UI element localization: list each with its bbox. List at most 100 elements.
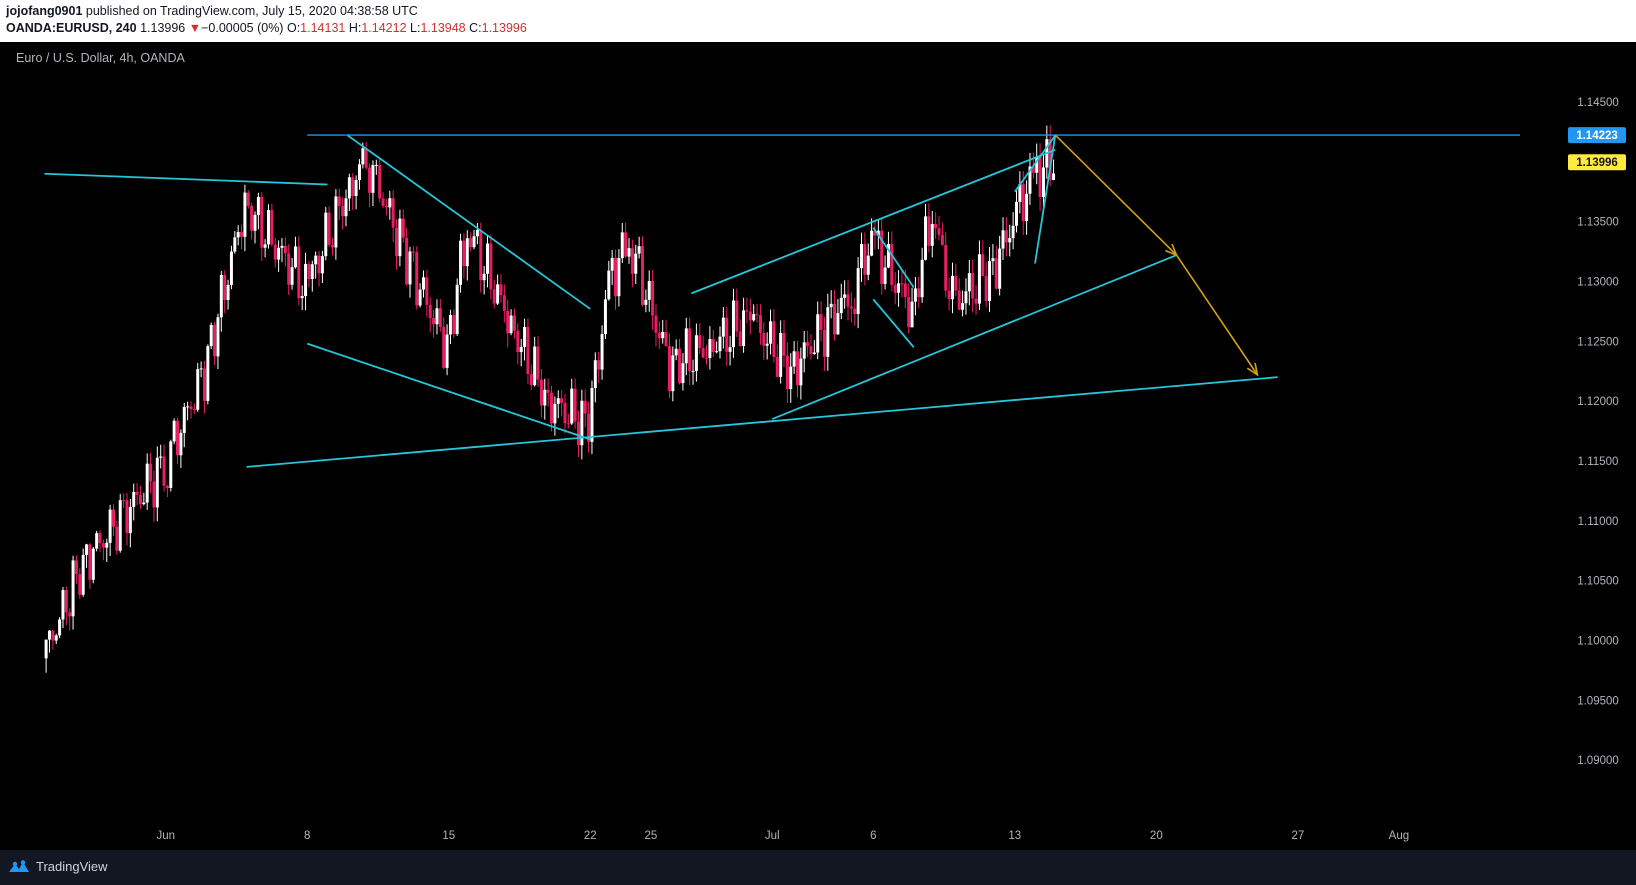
symbol-info: OANDA:EURUSD, 240 1.13996 ▼−0.00005 (0%)… [6,21,527,35]
candle-body [991,258,995,262]
time-tick-label: 6 [870,830,876,842]
candle-body [748,311,752,321]
candle-body [418,289,422,306]
candle-body [640,246,644,305]
candle-body [280,245,284,248]
price-chart[interactable]: 1.145001.140001.135001.130001.125001.120… [0,42,1636,850]
close-label: C: [469,21,482,35]
candle-body [223,275,227,300]
candle-body [870,230,874,256]
drawings-layer [44,134,1520,468]
candle-body [479,229,483,281]
candle-body [1021,184,1025,221]
price-axis: 1.145001.140001.135001.130001.125001.120… [1568,97,1626,767]
candle-body [627,248,631,257]
candle-body [573,388,577,422]
candle-body [74,560,78,574]
candle-body [728,347,732,352]
candle-body [533,346,537,386]
candle-body [334,196,338,248]
candle-body [199,368,203,370]
candle-body [395,227,399,257]
candle-body [95,533,99,549]
candle-body [206,346,210,401]
candle-body [603,299,607,335]
resistance-price-label: 1.14223 [1576,130,1618,142]
price-tick-label: 1.10500 [1577,576,1619,588]
candle-body [944,245,948,291]
price-tick-label: 1.11000 [1578,516,1619,528]
open-value: 1.14131 [300,21,346,35]
candle-body [883,267,887,284]
candle-body [708,339,712,358]
time-axis: Jun 8 15 22 25 Jul 6 13 20 27 Aug [156,830,1409,842]
candle-body [913,288,917,302]
candle-body [546,389,550,393]
candle-body [169,441,173,488]
author-name[interactable]: jojofang0901 [6,4,82,18]
candle-body [236,232,240,238]
candle-body [526,327,530,375]
time-tick-label: 20 [1150,830,1163,842]
high-value: 1.14212 [361,21,407,35]
candle-body [779,332,783,377]
candle-body [320,256,324,274]
candle-body [1025,193,1029,221]
candle-body [536,346,540,380]
candle-body [189,406,193,410]
candle-body [519,346,523,353]
candle-body [856,268,860,314]
price-tick-label: 1.12000 [1577,396,1619,408]
candle-body [924,216,928,260]
candle-body [543,389,547,406]
price-tick-label: 1.12500 [1577,336,1619,348]
candle-body [428,304,432,319]
candle-body [378,164,382,199]
price-tick-label: 1.09500 [1577,695,1619,707]
candle-body [475,229,479,237]
candle-body [765,343,769,346]
candle-body [384,205,388,208]
candle-body [1052,173,1056,181]
candle-body [1014,201,1018,226]
candle-body [388,198,392,208]
candle-body [138,494,142,505]
candle-body [364,148,368,168]
candle-body [226,284,230,300]
candle-body [684,328,688,364]
flag-top [872,227,915,288]
candle-body [327,212,331,245]
candle-body [250,205,254,231]
forecast-segment [1175,254,1259,376]
candle-body [593,360,597,389]
chart-area[interactable]: 1.145001.140001.135001.130001.125001.120… [0,42,1636,850]
candle-body [957,290,961,310]
candle-body [341,205,345,217]
candle-body [560,398,564,403]
candle-body [266,210,270,245]
candle-body [890,244,894,285]
candle-body [71,560,75,617]
candle-body [694,335,698,371]
candle-body [772,321,776,358]
time-tick-label: 22 [584,830,597,842]
candle-body [465,238,469,267]
candle-body [934,223,938,229]
candle-body [263,244,267,248]
candle-body [614,257,618,297]
candle-body [81,554,85,595]
candle-body [998,248,1002,289]
tradingview-brand[interactable]: TradingView [8,859,108,874]
candle-body [496,284,500,304]
candle-body [512,315,516,331]
candle-body [961,303,965,310]
candle-body [85,544,89,555]
candle-body [445,334,449,368]
candle-body [122,500,126,502]
candle-body [984,276,988,302]
candle-body [438,308,442,327]
candle-body [715,351,719,353]
symbol-label: OANDA:EURUSD, 240 [6,21,137,35]
candle-body [644,299,648,305]
candle-body [910,301,914,328]
